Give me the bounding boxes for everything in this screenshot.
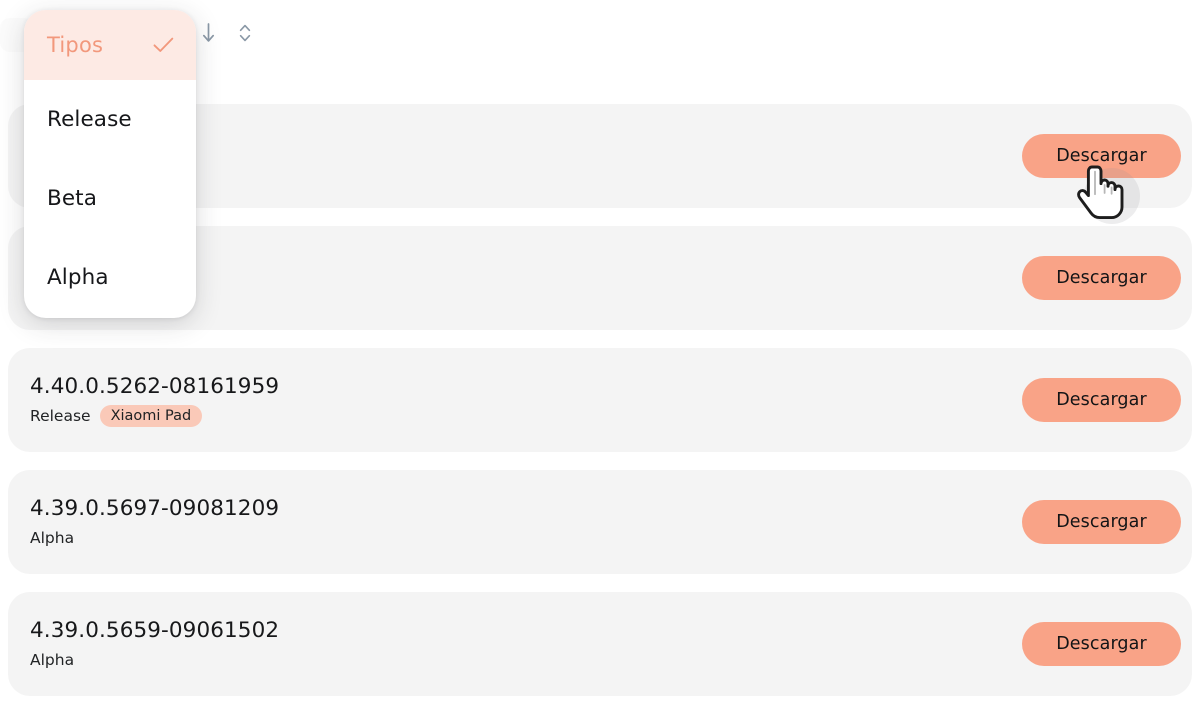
row-device-badge: Xiaomi Pad [99, 405, 203, 427]
row-info: 4.40.0.5262-08161959 Release Xiaomi Pad [30, 373, 279, 427]
types-dropdown-menu[interactable]: Tipos Release Beta Alpha [24, 10, 196, 318]
download-button[interactable]: Descargar [1022, 500, 1181, 544]
row-version: 4.39.0.5697-09081209 [30, 496, 280, 521]
table-row[interactable]: 4.39.0.5659-09061502 Alpha Descargar [8, 592, 1192, 696]
dropdown-item-alpha[interactable]: Alpha [24, 238, 196, 317]
row-version: 4.40.0.5262-08161959 [30, 374, 280, 399]
dropdown-item-release[interactable]: Release [24, 80, 196, 159]
row-channel: Release [30, 406, 91, 425]
dropdown-item-tipos[interactable]: Tipos [24, 10, 196, 80]
arrow-down-icon[interactable] [198, 20, 218, 46]
dropdown-title: Tipos [47, 33, 104, 57]
row-version: 4.39.0.5659-09061502 [30, 618, 280, 643]
download-button[interactable]: Descargar [1022, 622, 1181, 666]
row-meta: Alpha [30, 527, 279, 549]
dropdown-item-beta[interactable]: Beta [24, 159, 196, 238]
row-info: 4.39.0.5659-09061502 Alpha [30, 617, 279, 671]
row-info: 4.39.0.5697-09081209 Alpha [30, 495, 279, 549]
table-row[interactable]: 4.39.0.5697-09081209 Alpha Descargar [8, 470, 1192, 574]
download-button[interactable]: Descargar [1022, 378, 1181, 422]
row-channel: Alpha [30, 650, 75, 669]
row-meta: Alpha [30, 649, 279, 671]
check-icon [152, 34, 174, 56]
chevron-up-down-icon[interactable] [235, 20, 255, 46]
download-button[interactable]: Descargar [1022, 134, 1181, 178]
row-channel: Alpha [30, 528, 75, 547]
table-row[interactable]: 4.40.0.5262-08161959 Release Xiaomi Pad … [8, 348, 1192, 452]
row-meta: Release Xiaomi Pad [30, 405, 279, 427]
sort-controls [198, 20, 255, 46]
download-button[interactable]: Descargar [1022, 256, 1181, 300]
